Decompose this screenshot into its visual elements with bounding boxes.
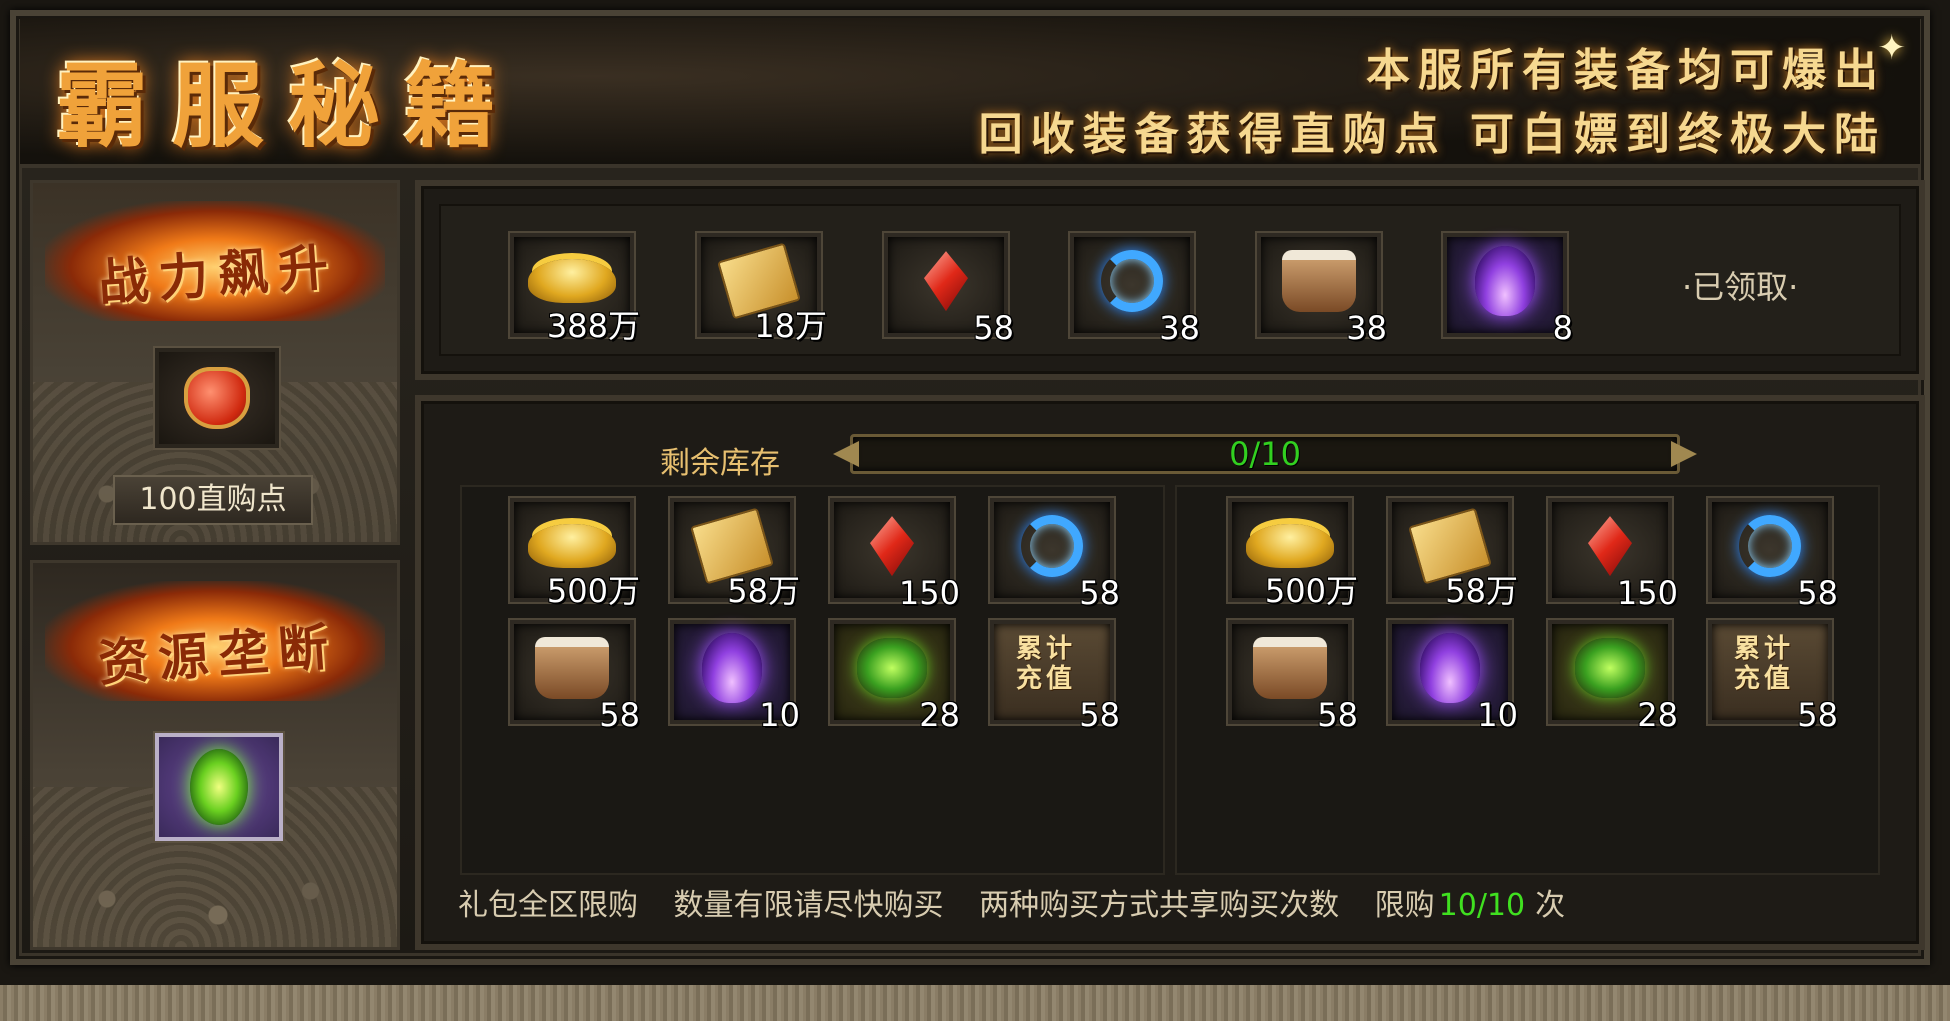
red-gem-icon (924, 251, 968, 312)
item-count: 58万 (1445, 572, 1518, 610)
left-card-power[interactable]: 战力飙升 100直购点 (30, 180, 400, 545)
green-mist-icon (1575, 638, 1645, 699)
recharge-icon: 累计充值 (1015, 634, 1076, 694)
red-pouch-icon[interactable] (155, 348, 279, 448)
item-count: 388万 (546, 307, 640, 345)
item-count: 28 (919, 696, 960, 734)
limit-suffix: 次 (1535, 888, 1566, 923)
gift-b-slot-recharge[interactable]: 累计充值 58 (1708, 620, 1838, 734)
item-count: 58 (599, 696, 640, 734)
notice-shared-count: 两种购买方式共享购买次数 (979, 888, 1340, 923)
gift-a-slot-bag[interactable]: 58 (510, 620, 640, 734)
item-count: 10 (1477, 696, 1518, 734)
red-gem-icon (1588, 516, 1632, 577)
card-bag-icon (1253, 637, 1327, 700)
notice-limited-stock: 数量有限请尽快购买 (673, 888, 944, 923)
purple-flame-icon (1420, 633, 1480, 704)
item-count: 58 (1797, 696, 1838, 734)
card-bag-icon (1282, 250, 1356, 313)
gift-b-slot-flame[interactable]: 10 (1388, 620, 1518, 734)
notice-region-limit: 礼包全区限购 (458, 888, 638, 923)
recharge-icon: 累计充值 (1733, 634, 1794, 694)
item-count: 58 (1797, 574, 1838, 612)
header-banner: 霸服秘籍 本服所有装备均可爆出 回收装备获得直购点 可白嫖到终极大陆 ✦ (20, 18, 1920, 168)
gift-b-slot-swirl[interactable]: 58 (1708, 498, 1838, 612)
item-count: 58 (973, 309, 1014, 347)
item-count: 500万 (1264, 572, 1358, 610)
sparkle-icon: ✦ (1877, 28, 1907, 68)
item-count: 58 (1079, 574, 1120, 612)
slogan-line-2: 回收装备获得直购点 可白嫖到终极大陆 (978, 109, 1886, 160)
reward-slot-swirl[interactable]: 38 (1070, 233, 1200, 347)
item-count: 58 (1317, 696, 1358, 734)
purple-flame-icon (702, 633, 762, 704)
blue-swirl-icon (1739, 515, 1801, 578)
gift-b-slot-ticket[interactable]: 58万 (1388, 498, 1518, 610)
purple-flame-icon (1475, 246, 1535, 317)
item-count: 58 (1079, 696, 1120, 734)
item-count: 18万 (754, 307, 827, 345)
item-count: 38 (1159, 309, 1200, 347)
green-mist-icon (857, 638, 927, 699)
green-dragon-icon[interactable] (155, 733, 283, 841)
reward-slot-gem[interactable]: 58 (884, 233, 1014, 347)
stock-progress-bar: 0/10 (833, 434, 1680, 474)
gift-b-slot-mist[interactable]: 28 (1548, 620, 1678, 734)
reward-slot-bag[interactable]: 38 (1257, 233, 1387, 347)
gold-ingot-icon (528, 259, 616, 304)
red-gem-icon (870, 516, 914, 577)
gift-b-slot-bag[interactable]: 58 (1228, 620, 1358, 734)
gift-a-slot-ingot[interactable]: 500万 (510, 498, 640, 610)
item-count: 8 (1552, 309, 1573, 347)
item-count: 150 (898, 574, 960, 612)
purchase-limit-value: 10/10 (1438, 888, 1526, 923)
gift-b-slot-gem[interactable]: 150 (1548, 498, 1678, 612)
item-count: 10 (759, 696, 800, 734)
blue-swirl-icon (1101, 250, 1163, 313)
gift-a-slot-mist[interactable]: 28 (830, 620, 960, 734)
item-count: 58万 (727, 572, 800, 610)
claimed-status: ·已领取· (1682, 268, 1799, 306)
direct-buy-price-button[interactable]: 100直购点 (113, 475, 313, 525)
purchase-notice: 礼包全区限购 数量有限请尽快购买 两种购买方式共享购买次数 限购 10/10 次 (458, 880, 1591, 924)
gift-a-slot-recharge[interactable]: 累计充值 58 (990, 620, 1120, 734)
slogan-line-1: 本服所有装备均可爆出 (1366, 45, 1886, 96)
reward-slot-ticket[interactable]: 18万 (697, 233, 827, 345)
bottom-border-strip (0, 985, 1950, 1021)
gift-a-slot-ticket[interactable]: 58万 (670, 498, 800, 610)
gold-ingot-icon (528, 524, 616, 569)
item-count: 38 (1346, 309, 1387, 347)
gold-ingot-icon (1246, 524, 1334, 569)
item-count: 28 (1637, 696, 1678, 734)
item-count: 150 (1616, 574, 1678, 612)
gift-b-slot-ingot[interactable]: 500万 (1228, 498, 1358, 610)
item-count: 500万 (546, 572, 640, 610)
gift-a-slot-gem[interactable]: 150 (830, 498, 960, 612)
reward-slot-flame[interactable]: 8 (1443, 233, 1573, 347)
reward-slot-ingot[interactable]: 388万 (510, 233, 640, 345)
gift-a-slot-flame[interactable]: 10 (670, 620, 800, 734)
blue-swirl-icon (1021, 515, 1083, 578)
page-title: 霸服秘籍 (56, 52, 521, 160)
stock-progress-text: 0/10 (1229, 435, 1301, 473)
limit-prefix: 限购 (1374, 888, 1435, 923)
stock-label: 剩余库存 (660, 446, 780, 481)
left-card-resource[interactable]: 资源垄断 (30, 560, 400, 950)
gift-a-slot-swirl[interactable]: 58 (990, 498, 1120, 612)
card-bag-icon (535, 637, 609, 700)
